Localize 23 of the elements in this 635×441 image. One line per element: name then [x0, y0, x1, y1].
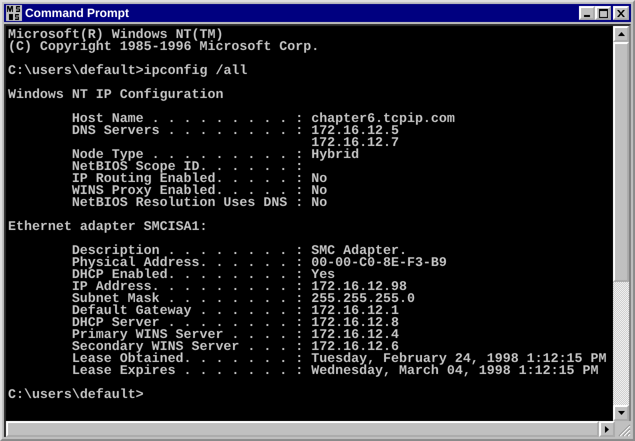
right-arrow-icon: [605, 426, 609, 432]
scroll-right-button[interactable]: [599, 421, 615, 437]
console-line: Ethernet adapter SMCISA1:: [8, 219, 208, 234]
maximize-icon: [598, 8, 608, 18]
console-line: C:\users\default>: [8, 387, 144, 402]
console-line: Default Gateway . . . . . . : 172.16.12.1: [72, 303, 399, 318]
console-line: Primary WINS Server . . . . : 172.16.12.4: [72, 327, 399, 342]
console-line: NetBIOS Resolution Uses DNS : No: [72, 195, 328, 210]
close-icon: [617, 10, 625, 16]
down-arrow-icon: [618, 411, 624, 415]
console-line: Microsoft(R) Windows NT(TM): [8, 27, 224, 42]
close-button[interactable]: [613, 6, 629, 20]
up-arrow-icon: [618, 32, 624, 36]
ms-dos-icon: [6, 5, 22, 21]
maximize-button[interactable]: [595, 6, 611, 20]
window-title: Command Prompt: [25, 6, 130, 20]
minimize-button[interactable]: [579, 6, 595, 20]
scroll-down-button[interactable]: [613, 405, 629, 421]
console-line: C:\users\default>ipconfig /all: [8, 63, 248, 78]
console-line: Host Name . . . . . . . . . : chapter6.tcpip.com: [72, 111, 455, 126]
scroll-up-button[interactable]: [613, 26, 629, 42]
console-line: Windows NT IP Configuration: [8, 87, 224, 102]
console-line: Node Type . . . . . . . . . : Hybrid: [72, 147, 360, 162]
